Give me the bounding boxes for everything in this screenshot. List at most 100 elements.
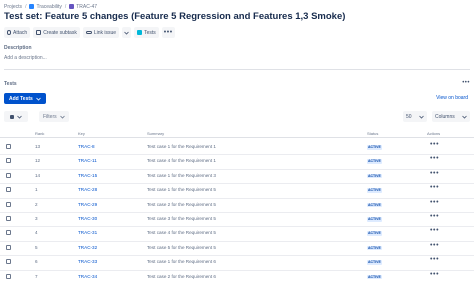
row-summary: Test case 5 for the Requirement 5	[147, 244, 216, 250]
description-field[interactable]: Add a description...	[4, 55, 47, 61]
more-actions-button[interactable]: •••	[161, 27, 175, 38]
row-actions-button[interactable]: •••	[430, 155, 439, 162]
row-checkbox[interactable]	[6, 187, 11, 193]
row-actions-button[interactable]: •••	[430, 271, 439, 278]
row-issue-key-link[interactable]: TRAC-28	[78, 187, 97, 192]
row-rank: 7	[35, 273, 38, 279]
link-issue-label: Link issue	[93, 29, 117, 36]
breadcrumb: Projects / Traceability / TRAC-47	[4, 2, 97, 11]
row-checkbox[interactable]	[6, 244, 11, 250]
row-checkbox[interactable]	[6, 201, 11, 207]
tests-section-label: Tests	[4, 81, 17, 87]
column-header-status[interactable]: Status	[367, 131, 378, 136]
tests-app-icon	[137, 30, 143, 35]
filters-label: Filters	[43, 113, 57, 120]
row-checkbox[interactable]	[6, 259, 11, 265]
add-tests-button[interactable]: Add Tests	[4, 93, 46, 104]
status-badge: ACTIVE	[367, 217, 382, 222]
columns-button[interactable]: Columns	[432, 111, 470, 122]
row-summary: Test case 1 for the Requirement 3	[147, 172, 216, 178]
row-issue-key-link[interactable]: TRAC-32	[78, 245, 97, 250]
row-actions-button[interactable]: •••	[430, 170, 439, 177]
breadcrumb-separator: /	[25, 3, 27, 10]
view-on-board-link[interactable]: View on board	[436, 95, 468, 101]
breadcrumb-issue-key[interactable]: TRAC-47	[76, 4, 97, 10]
row-issue-key-link[interactable]: TRAC-30	[78, 216, 97, 221]
row-issue-key-link[interactable]: TRAC-34	[78, 274, 97, 279]
status-badge: ACTIVE	[367, 274, 382, 280]
description-label: Description	[4, 45, 32, 51]
row-summary: Test case 4 for the Requirement 1	[147, 158, 216, 164]
create-subtask-button[interactable]: Create subtask	[33, 27, 80, 38]
row-rank: 13	[35, 144, 41, 149]
issue-toolbar: Attach Create subtask Link issue Tests •…	[4, 27, 175, 38]
row-rank: 12	[35, 158, 41, 164]
status-badge: ACTIVE	[367, 202, 382, 208]
table-row: 4 TRAC-31 Test case 4 for the Requiremen…	[0, 227, 474, 242]
row-rank: 5	[35, 244, 38, 250]
page-size-select[interactable]: 50	[403, 111, 427, 122]
link-issue-dropdown[interactable]	[122, 27, 132, 38]
row-checkbox[interactable]	[6, 144, 11, 149]
status-badge: ACTIVE	[367, 245, 382, 251]
column-header-actions: Actions	[427, 131, 441, 136]
row-summary: Test case 1 for the Requirement 5	[147, 187, 216, 193]
page-size-value: 50	[406, 113, 412, 120]
status-badge: ACTIVE	[367, 173, 382, 179]
column-header-summary[interactable]: Summary	[147, 131, 164, 136]
row-issue-key-link[interactable]: TRAC-11	[78, 158, 97, 163]
row-actions-button[interactable]: •••	[430, 213, 439, 220]
row-issue-key-link[interactable]: TRAC-15	[78, 173, 97, 178]
row-rank: 14	[35, 172, 41, 178]
attach-button[interactable]: Attach	[4, 27, 31, 38]
tests-section-more-button[interactable]: •••	[462, 80, 470, 86]
breadcrumb-projects[interactable]: Projects	[4, 4, 22, 10]
table-row: 2 TRAC-29 Test case 2 for the Requiremen…	[0, 199, 474, 213]
breadcrumb-project[interactable]: Traceability	[36, 4, 61, 10]
column-header-rank[interactable]: Rank	[35, 131, 44, 136]
row-checkbox[interactable]	[6, 172, 11, 178]
status-badge: ACTIVE	[367, 260, 382, 265]
row-summary: Test case 1 for the Requirement 6	[147, 259, 216, 265]
row-rank: 3	[35, 216, 38, 221]
chevron-down-icon	[59, 115, 65, 119]
table-row: 5 TRAC-32 Test case 5 for the Requiremen…	[0, 242, 474, 257]
table-row: 13 TRAC-8 Test case 1 for the Requiremen…	[0, 141, 474, 156]
chevron-down-icon	[462, 115, 467, 119]
table-row: 7 TRAC-34 Test case 2 for the Requiremen…	[0, 271, 474, 285]
table-header-divider	[0, 137, 474, 138]
subtask-icon	[36, 30, 42, 35]
row-issue-key-link[interactable]: TRAC-8	[78, 144, 95, 149]
row-actions-button[interactable]: •••	[430, 141, 439, 148]
row-issue-key-link[interactable]: TRAC-29	[78, 202, 97, 207]
row-actions-button[interactable]: •••	[430, 184, 439, 191]
row-checkbox[interactable]	[6, 273, 11, 279]
project-icon	[29, 4, 35, 9]
page-title[interactable]: Test set: Feature 5 changes (Feature 5 R…	[4, 11, 345, 22]
row-summary: Test case 4 for the Requirement 5	[147, 230, 216, 236]
row-actions-button[interactable]: •••	[430, 199, 439, 206]
link-icon	[85, 31, 92, 34]
status-badge: ACTIVE	[367, 159, 382, 164]
attach-label: Attach	[13, 29, 28, 36]
row-issue-key-link[interactable]: TRAC-33	[78, 259, 97, 264]
row-actions-button[interactable]: •••	[430, 242, 439, 249]
row-checkbox[interactable]	[6, 158, 11, 164]
status-badge: ACTIVE	[367, 231, 382, 236]
row-checkbox[interactable]	[6, 216, 11, 221]
row-actions-button[interactable]: •••	[430, 227, 439, 234]
view-mode-toggle[interactable]	[4, 111, 28, 122]
chevron-down-icon	[36, 97, 41, 101]
filters-button[interactable]: Filters	[39, 111, 69, 122]
breadcrumb-separator: /	[64, 3, 67, 10]
tests-button[interactable]: Tests	[134, 27, 159, 38]
row-summary: Test case 2 for the Requirement 5	[147, 201, 216, 207]
columns-label: Columns	[435, 113, 455, 120]
row-issue-key-link[interactable]: TRAC-31	[78, 230, 97, 235]
table-row: 3 TRAC-30 Test case 3 for the Requiremen…	[0, 213, 474, 228]
row-checkbox[interactable]	[6, 230, 11, 236]
table-row: 6 TRAC-33 Test case 1 for the Requiremen…	[0, 256, 474, 271]
link-issue-button[interactable]: Link issue	[82, 27, 120, 38]
column-header-key[interactable]: Key	[78, 131, 85, 136]
row-actions-button[interactable]: •••	[430, 256, 439, 263]
